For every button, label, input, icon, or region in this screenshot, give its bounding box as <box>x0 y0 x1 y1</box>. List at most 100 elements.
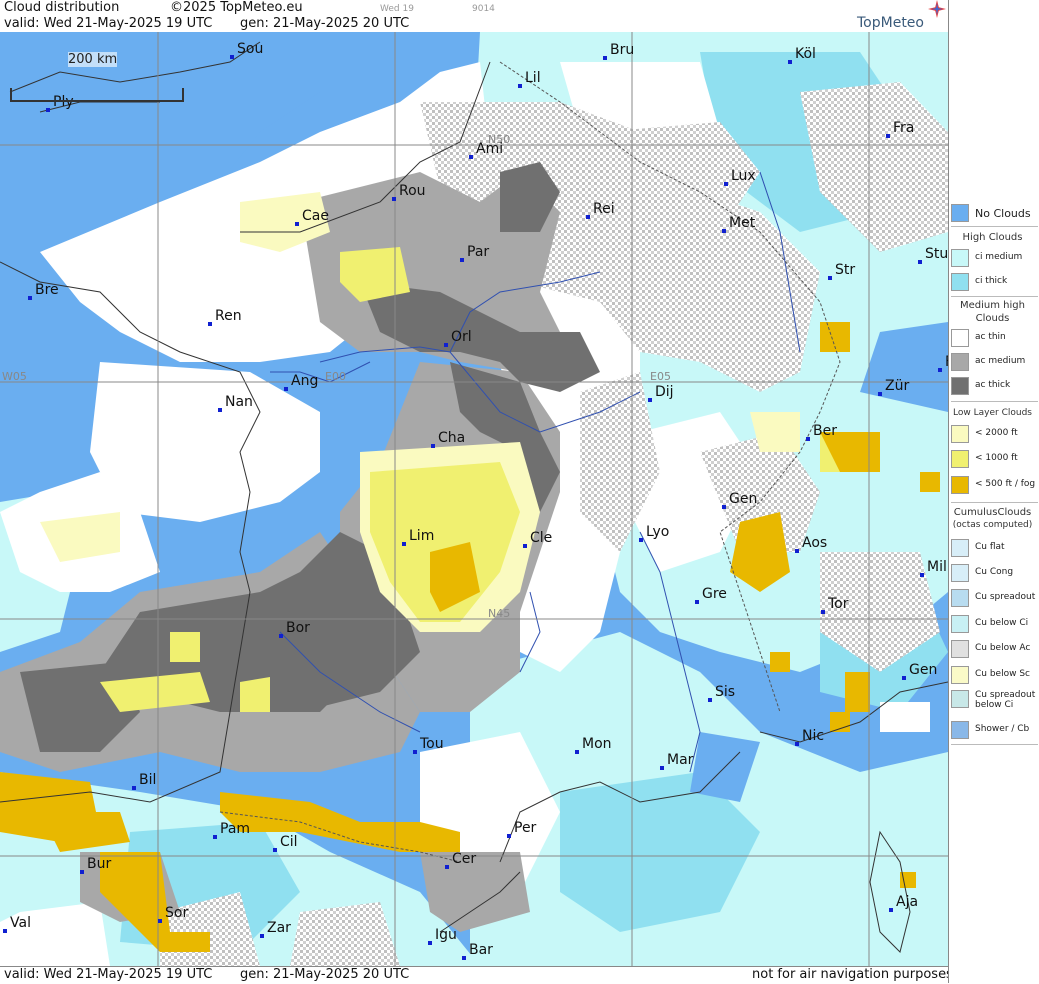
city-label: Ber <box>813 423 837 439</box>
code-small: 9014 <box>472 4 495 14</box>
copyright: ©2025 TopMeteo.eu <box>170 0 303 15</box>
city-dot <box>462 956 466 960</box>
city-label: Cer <box>452 851 476 867</box>
city-dot <box>431 444 435 448</box>
legend-low-2000: < 2000 ft <box>951 425 1036 443</box>
city-dot <box>938 368 942 372</box>
swatch-cu-flat <box>951 539 969 557</box>
legend-cu-below-ci: Cu below Ci <box>951 615 1036 633</box>
city-dot <box>3 929 7 933</box>
legend-cu-spreadout-ci: Cu spreadout below Ci <box>951 690 1036 714</box>
city-label: Sou <box>237 41 263 57</box>
city-dot <box>28 296 32 300</box>
city-dot <box>724 182 728 186</box>
city-label: Lux <box>731 168 756 184</box>
city-label: Lim <box>409 528 434 544</box>
swatch-low-2000 <box>951 425 969 443</box>
legend-no-clouds: No Clouds <box>951 204 1036 222</box>
brand-logo: TopMeteo <box>857 15 924 31</box>
city-label: Sis <box>715 684 735 700</box>
legend-ci-thick: ci thick <box>951 273 1036 291</box>
city-dot <box>722 229 726 233</box>
city-label: Zar <box>267 920 291 936</box>
city-label: Rei <box>593 201 615 217</box>
grid-label-e00: E00 <box>325 370 346 383</box>
generated-time: gen: 21-May-2025 20 UTC <box>240 16 410 31</box>
map-canvas: N50 N45 W05 E00 E05 SouPlyBru KölLilFraAm… <box>0 32 948 966</box>
city-label: Per <box>514 820 537 836</box>
legend-cu-cong: Cu Cong <box>951 564 1036 582</box>
valid-time: valid: Wed 21-May-2025 19 UTC <box>4 16 213 31</box>
cloud-map[interactable]: N50 N45 W05 E00 E05 Sou Ply Bru Köl Lil Fra Am… <box>0 32 948 966</box>
city-dot <box>708 698 712 702</box>
legend-low-1000: < 1000 ft <box>951 450 1036 468</box>
day-small: Wed 19 <box>380 4 414 14</box>
legend-high-title: High Clouds <box>962 232 1023 243</box>
city-dot <box>469 155 473 159</box>
city-dot <box>460 258 464 262</box>
legend-cu-flat: Cu flat <box>951 539 1036 557</box>
legend-cu-below-ac: Cu below Ac <box>951 640 1036 658</box>
map-title: Cloud distribution <box>4 0 120 15</box>
swatch-cu-below-ci <box>951 615 969 633</box>
city-dot <box>279 634 283 638</box>
city-label: Aos <box>802 535 827 551</box>
grid-label-n45: N45 <box>488 607 510 620</box>
city-dot <box>273 848 277 852</box>
legend-low-fog: < 500 ft / fog <box>951 476 1036 494</box>
city-label: Lyo <box>646 524 669 540</box>
city-dot <box>46 108 50 112</box>
city-label: Mil <box>927 559 947 575</box>
city-dot <box>695 600 699 604</box>
legend-label: < 1000 ft <box>975 453 1018 463</box>
legend-ac-thin: ac thin <box>951 329 1036 347</box>
footer-valid: valid: Wed 21-May-2025 19 UTC <box>4 967 213 982</box>
legend-label: ci medium <box>975 252 1023 262</box>
city-dot <box>284 387 288 391</box>
legend-label: No Clouds <box>975 207 1031 220</box>
legend-ci-medium: ci medium <box>951 249 1036 267</box>
swatch-cu-spreadout-ci <box>951 690 969 708</box>
swatch-cu-below-ac <box>951 640 969 658</box>
city-label: Val <box>10 915 31 931</box>
city-label: Pam <box>220 821 250 837</box>
legend-label: ac medium <box>975 356 1026 366</box>
city-label: Aja <box>896 894 918 910</box>
city-dot <box>918 260 922 264</box>
city-dot <box>586 215 590 219</box>
city-dot <box>821 610 825 614</box>
city-label: Bar <box>469 942 493 958</box>
city-label: Par <box>467 244 489 260</box>
legend-label: Cu flat <box>975 542 1005 552</box>
legend-label: Cu spreadout <box>975 592 1036 602</box>
disclaimer: not for air navigation purposes <box>752 967 953 982</box>
city-dot <box>828 276 832 280</box>
city-label: Cha <box>438 430 465 446</box>
city-dot <box>507 834 511 838</box>
city-label: Met <box>729 215 756 231</box>
swatch-cu-spreadout <box>951 589 969 607</box>
city-label: Mon <box>582 736 612 752</box>
swatch-low-fog <box>951 476 969 494</box>
city-dot <box>886 134 890 138</box>
city-dot <box>639 538 643 542</box>
swatch-ac-thick <box>951 377 969 395</box>
city-dot <box>295 222 299 226</box>
city-dot <box>428 941 432 945</box>
city-label: Bor <box>286 620 310 636</box>
city-dot <box>260 934 264 938</box>
legend-low-title: Low Layer Clouds <box>953 408 1032 418</box>
city-dot <box>603 56 607 60</box>
swatch-no-clouds <box>951 204 969 222</box>
legend-label: ac thin <box>975 332 1006 342</box>
city-dot <box>444 343 448 347</box>
city-dot <box>648 398 652 402</box>
grid-label-w05: W05 <box>2 370 27 383</box>
city-label: Rou <box>399 183 426 199</box>
city-label: Köl <box>795 46 816 62</box>
map-footer: valid: Wed 21-May-2025 19 UTC gen: 21-Ma… <box>0 966 953 984</box>
city-label: Ren <box>215 308 242 324</box>
swatch-ci-thick <box>951 273 969 291</box>
city-label: Gen <box>729 491 757 507</box>
city-dot <box>795 549 799 553</box>
